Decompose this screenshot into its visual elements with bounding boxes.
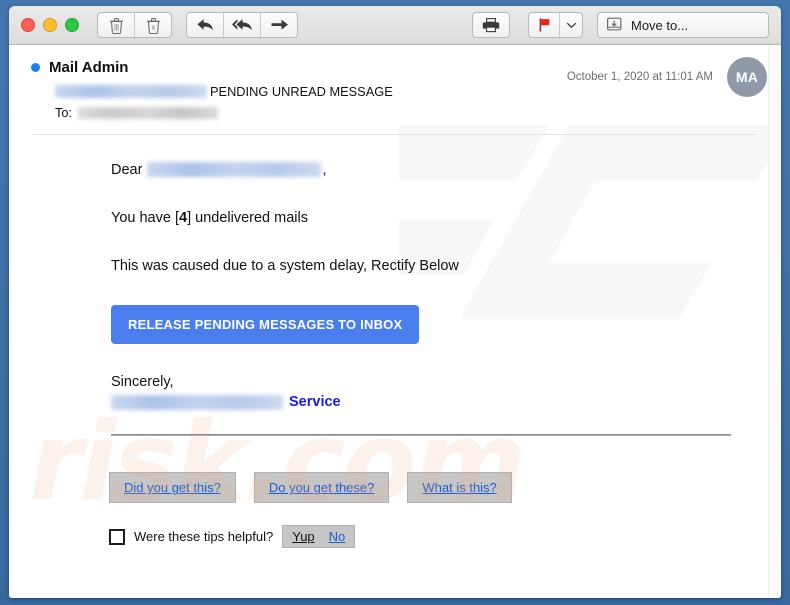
minimize-window-button[interactable]: [43, 18, 57, 32]
do-you-get-these-button[interactable]: Do you get these?: [253, 472, 390, 504]
message-meta: October 1, 2020 at 11:01 AM MA: [567, 57, 767, 97]
greeting-suffix: ,: [322, 162, 327, 178]
body-divider: [111, 434, 731, 437]
undelivered-prefix: You have [: [111, 210, 179, 227]
sender-name: Mail Admin: [49, 59, 129, 76]
what-is-this-button[interactable]: What is this?: [407, 472, 512, 504]
release-messages-button[interactable]: RELEASE PENDING MESSAGES TO INBOX: [111, 305, 420, 345]
move-to-label: Move to...: [631, 17, 689, 33]
undelivered-count: 4: [179, 210, 188, 227]
redacted-subject-prefix: [55, 85, 207, 98]
message-date: October 1, 2020 at 11:01 AM: [566, 71, 713, 83]
window-toolbar: x Move to...: [9, 6, 781, 45]
reply-button[interactable]: [187, 13, 224, 37]
unread-indicator-icon[interactable]: [31, 63, 40, 72]
message-header: Mail Admin October 1, 2020 at 11:01 AM M…: [9, 45, 781, 135]
print-group: [472, 12, 510, 38]
forward-arrow-icon: [270, 17, 289, 33]
undelivered-line: You have [4] undelivered mails: [111, 209, 781, 227]
zoom-window-button[interactable]: [65, 18, 79, 32]
to-label: To:: [55, 105, 73, 120]
message-body: Dear , You have [4] undelivered mails Th…: [9, 135, 781, 437]
redacted-greeting-name: [147, 162, 322, 177]
greeting-line: Dear ,: [111, 159, 781, 179]
subject-text: PENDING UNREAD MESSAGE: [210, 84, 393, 99]
junk-button[interactable]: x: [135, 13, 171, 37]
redacted-recipient: [78, 106, 219, 119]
tips-yes-link[interactable]: Yup: [292, 529, 314, 544]
signature-service-label: Service: [289, 394, 341, 411]
did-you-get-this-button[interactable]: Did you get this?: [109, 472, 236, 504]
close-window-button[interactable]: [21, 18, 35, 32]
reply-all-arrow-icon: [231, 17, 253, 33]
redacted-signature-domain: [111, 394, 283, 410]
do-you-get-these-label: Do you get these?: [268, 480, 375, 496]
tips-question-label: Were these tips helpful?: [134, 529, 274, 545]
move-to-folder-icon: [606, 16, 623, 35]
signature-row: Service: [111, 394, 781, 410]
flag-group: [528, 12, 583, 38]
svg-text:x: x: [151, 24, 155, 31]
did-you-get-this-label: Did you get this?: [124, 480, 221, 496]
tips-checkbox[interactable]: [109, 528, 125, 545]
recipient-row: To:: [55, 105, 781, 120]
feedback-button-row: Did you get this? Do you get these? What…: [109, 472, 781, 504]
greeting-prefix: Dear: [111, 162, 143, 178]
flag-menu-button[interactable]: [560, 13, 582, 37]
printer-icon: [482, 17, 500, 33]
delete-button[interactable]: [98, 13, 135, 37]
flag-icon: [537, 17, 552, 33]
desktop-background: x Move to... risk.com Mail Admin October…: [0, 0, 790, 605]
reply-all-button[interactable]: [224, 13, 261, 37]
signoff-line: Sincerely,: [111, 374, 174, 391]
print-button[interactable]: [473, 13, 509, 37]
tips-row: Were these tips helpful? Yup No: [109, 525, 781, 549]
mail-window: x Move to... risk.com Mail Admin October…: [9, 6, 781, 598]
message-pane: risk.com Mail Admin October 1, 2020 at 1…: [9, 45, 781, 598]
chevron-down-icon: [566, 21, 577, 29]
junk-trash-icon: x: [146, 17, 161, 34]
tips-no-link[interactable]: No: [329, 529, 346, 544]
toolbar-right-group: Move to...: [454, 12, 769, 38]
trash-icon: [109, 17, 124, 34]
flag-button[interactable]: [529, 13, 560, 37]
what-is-this-label: What is this?: [422, 480, 497, 496]
avatar: MA: [727, 57, 767, 97]
forward-button[interactable]: [261, 13, 297, 37]
traffic-light-group: [21, 18, 79, 32]
cause-line: This was caused due to a system delay, R…: [111, 258, 459, 275]
tips-answer-group[interactable]: Yup No: [282, 525, 356, 549]
move-to-button[interactable]: Move to...: [597, 12, 769, 38]
reply-arrow-icon: [196, 17, 215, 33]
reply-actions-group: [186, 12, 298, 38]
message-actions-group: x: [97, 12, 172, 38]
message-footer: Did you get this? Do you get these? What…: [9, 436, 781, 549]
undelivered-suffix: ] undelivered mails: [187, 210, 308, 227]
